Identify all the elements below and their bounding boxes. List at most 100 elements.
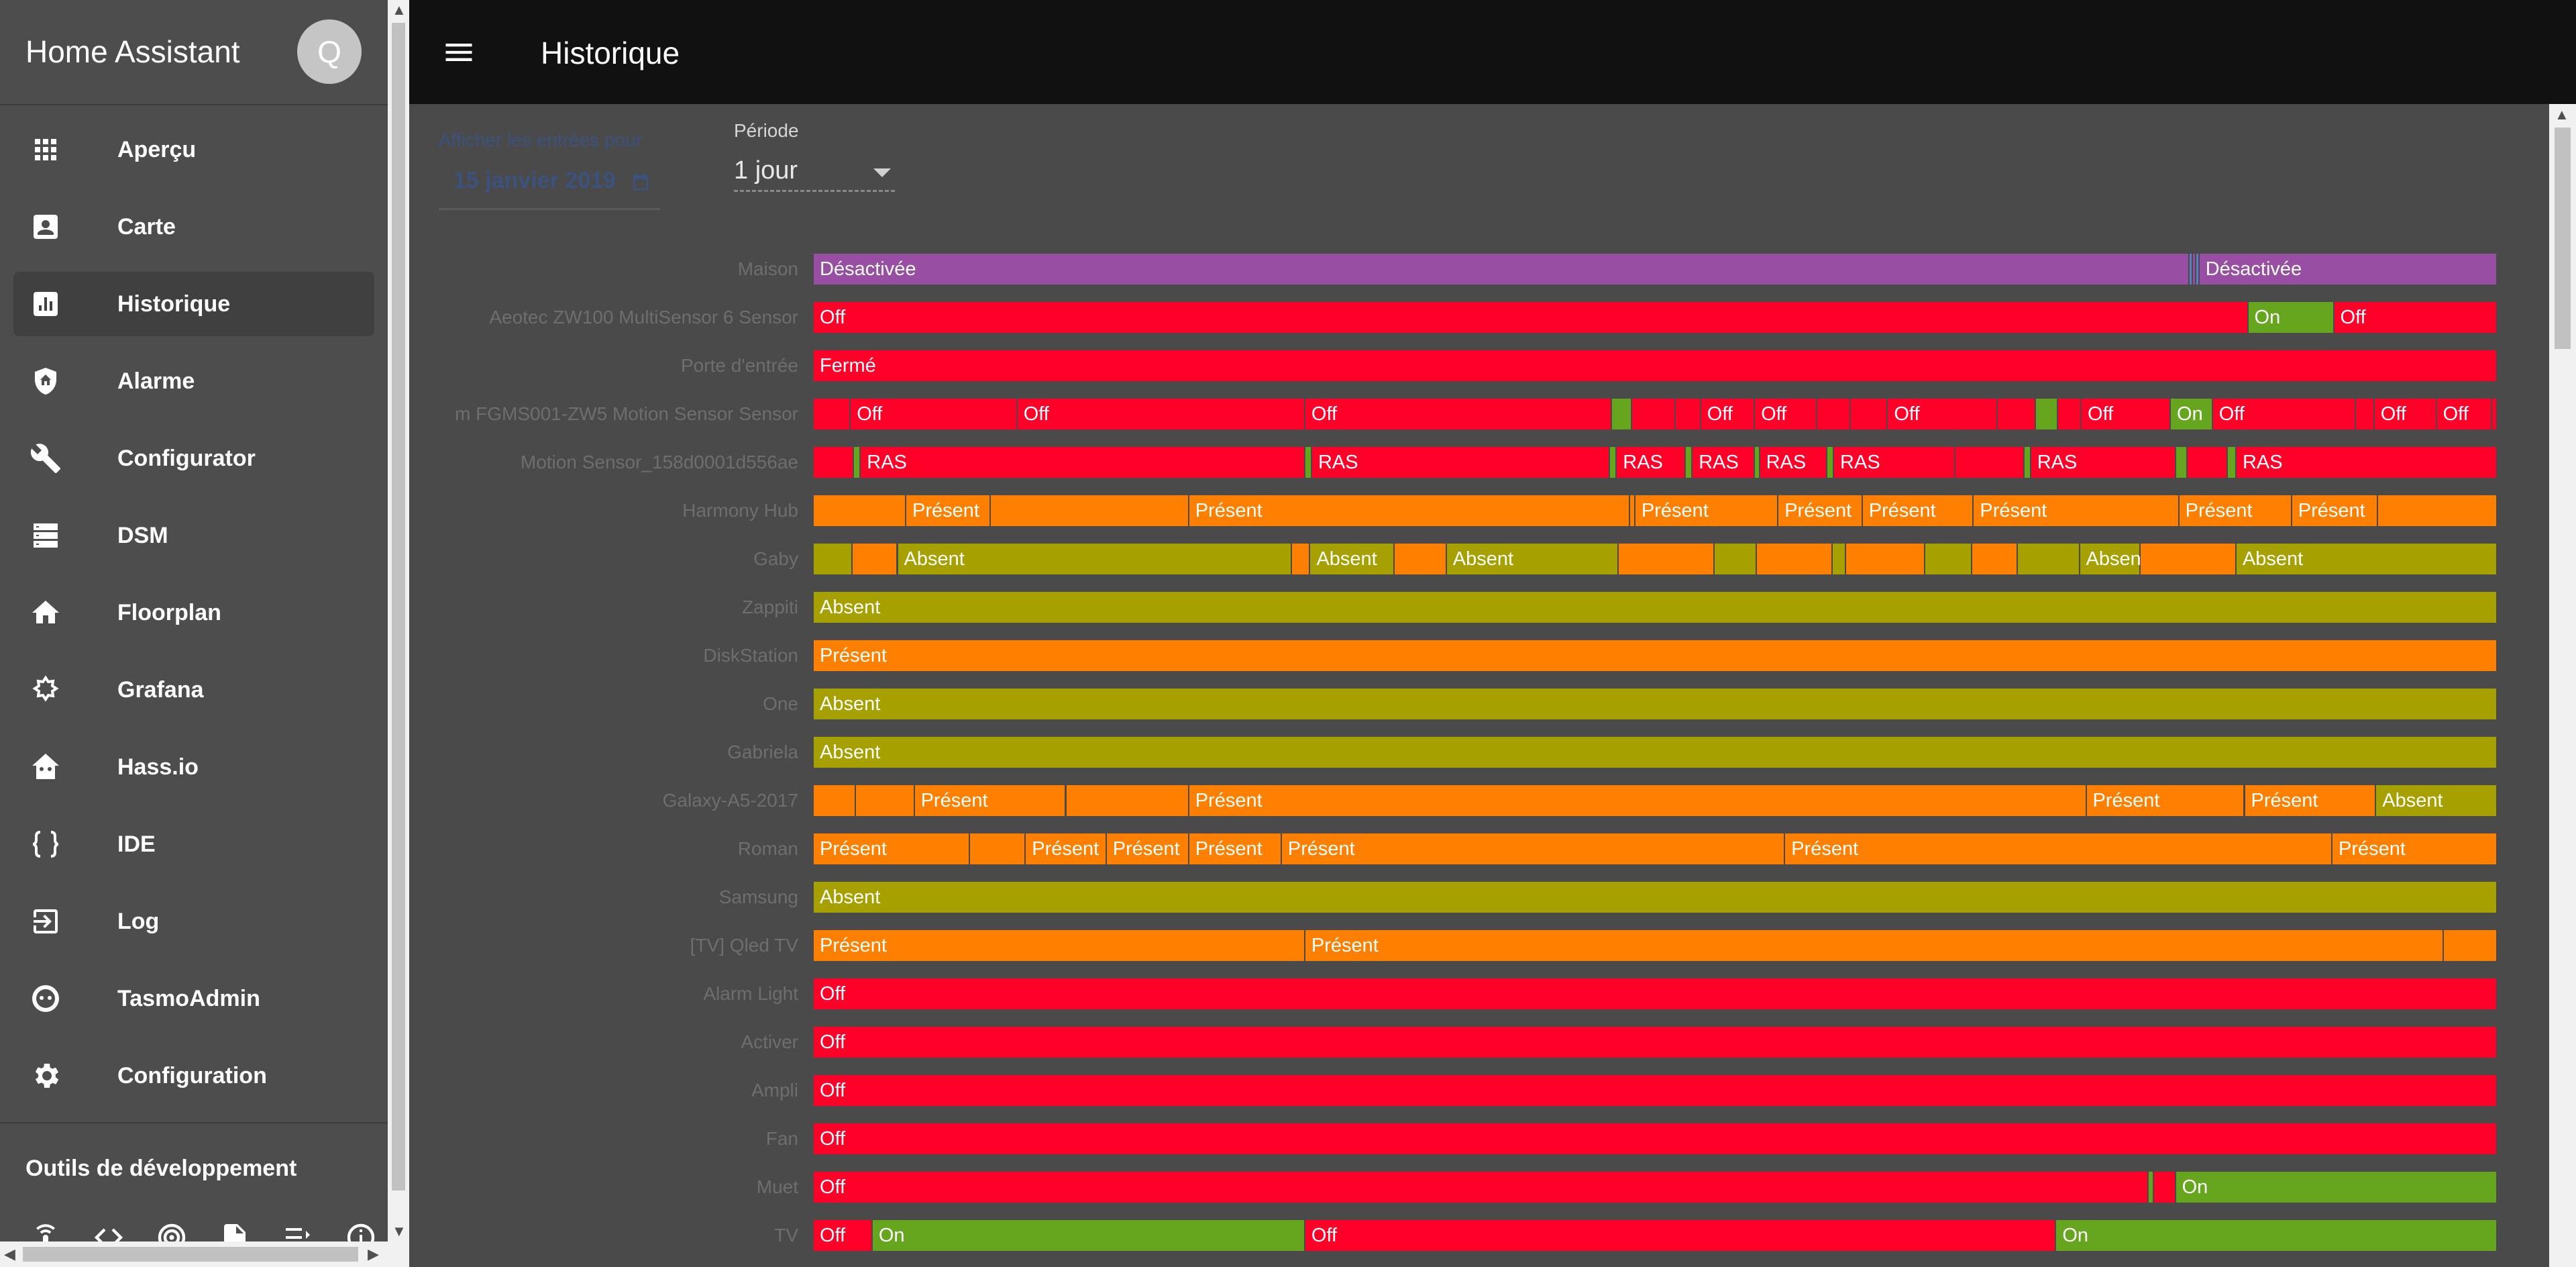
user-avatar[interactable]: Q <box>297 19 362 84</box>
timeline-segment[interactable] <box>2196 254 2198 285</box>
bar-chart-icon <box>34 292 58 316</box>
timeline-segment[interactable] <box>1394 544 1446 574</box>
timeline-segment[interactable] <box>1755 447 1759 478</box>
main-scroll-up-arrow-icon[interactable]: ▲ <box>2555 106 2569 123</box>
timeline-segment[interactable] <box>1827 447 1833 478</box>
timeline-segment[interactable] <box>990 495 1188 526</box>
timeline-segment[interactable] <box>1291 544 1309 574</box>
timeline-segment[interactable] <box>1785 833 2332 864</box>
timeline-segment[interactable] <box>2057 399 2080 429</box>
timeline-segment[interactable] <box>2176 1172 2496 1203</box>
timeline-segment[interactable] <box>814 978 2496 1009</box>
timeline-segment[interactable] <box>2492 399 2496 429</box>
timeline-segment[interactable] <box>1066 785 1188 816</box>
sidebar-item-log[interactable]: Log <box>13 889 374 954</box>
timeline-segment[interactable] <box>2153 1172 2175 1203</box>
timeline-segment[interactable] <box>1611 399 1631 429</box>
timeline-segment[interactable] <box>1305 930 2443 961</box>
timeline-segment[interactable] <box>1189 785 2086 816</box>
scroll-up-arrow-icon[interactable]: ▲ <box>392 1 407 19</box>
timeline-segment[interactable] <box>1281 833 1784 864</box>
timeline-segment[interactable] <box>1851 399 1887 429</box>
timeline-segment[interactable] <box>1925 544 1971 574</box>
timeline-segment[interactable] <box>1955 447 2023 478</box>
timeline-segment[interactable] <box>2228 447 2235 478</box>
timeline-segment[interactable] <box>1305 399 1611 429</box>
timeline-segment[interactable] <box>814 640 2496 671</box>
timeline-segment[interactable] <box>1714 544 1756 574</box>
timeline-segment[interactable] <box>814 302 2247 333</box>
timeline-segment[interactable] <box>1618 544 1713 574</box>
timeline-segment[interactable] <box>814 1027 2496 1058</box>
timeline-segment[interactable] <box>814 737 2496 768</box>
timeline-segment[interactable] <box>855 785 914 816</box>
timeline-segment[interactable] <box>861 447 1304 478</box>
menu-icon[interactable] <box>441 35 476 70</box>
timeline-segment[interactable] <box>2056 1220 2496 1251</box>
timeline-segment[interactable] <box>1997 399 2035 429</box>
timeline-segment[interactable] <box>2188 447 2227 478</box>
timeline-segment[interactable] <box>1686 447 1692 478</box>
timeline-segment[interactable] <box>814 495 906 526</box>
scroll-right-arrow-icon[interactable]: ▶ <box>368 1246 379 1263</box>
sidebar-horizontal-scrollbar-thumb[interactable] <box>23 1247 358 1262</box>
timeline-segment[interactable] <box>1972 544 2017 574</box>
timeline-segment[interactable] <box>1756 544 1831 574</box>
timeline-segment[interactable] <box>1610 447 1616 478</box>
timeline-segment[interactable] <box>814 1123 2496 1154</box>
timeline-segment[interactable] <box>814 544 851 574</box>
timeline-segment[interactable] <box>814 1172 2148 1203</box>
sidebar-item-configuration[interactable]: Configuration <box>13 1044 374 1108</box>
timeline-segment[interactable] <box>1832 544 1845 574</box>
timeline-segment[interactable] <box>2192 254 2195 285</box>
timeline-segment[interactable] <box>1305 447 1311 478</box>
timeline-segment[interactable] <box>814 1075 2496 1106</box>
timeline-segment[interactable] <box>814 399 850 429</box>
timeline-segment[interactable] <box>970 833 1025 864</box>
timeline-segment[interactable] <box>854 447 860 478</box>
sidebar-item-alarme[interactable]: Alarme <box>13 349 374 413</box>
scroll-down-arrow-icon[interactable]: ▼ <box>392 1223 407 1240</box>
sidebar-scrollbar-thumb[interactable] <box>392 23 405 1190</box>
timeline-segment[interactable] <box>2377 495 2496 526</box>
timeline-segment[interactable] <box>2017 544 2079 574</box>
timeline-segment[interactable] <box>814 592 2496 623</box>
timeline-segment[interactable] <box>2149 1172 2153 1203</box>
timeline-segment[interactable] <box>1631 399 1675 429</box>
timeline-segment[interactable] <box>814 447 853 478</box>
timeline-segment[interactable] <box>2356 399 2373 429</box>
scroll-left-arrow-icon[interactable]: ◀ <box>4 1246 15 1263</box>
timeline-segment[interactable] <box>1817 399 1850 429</box>
sidebar-item-apercu[interactable]: Aperçu <box>13 117 374 182</box>
timeline-segment[interactable] <box>2443 930 2496 961</box>
main-scrollbar-thumb[interactable] <box>2555 128 2571 349</box>
timeline-segment[interactable] <box>814 785 855 816</box>
timeline-segment[interactable] <box>1676 399 1700 429</box>
timeline-segment[interactable] <box>814 350 2496 381</box>
sidebar-item-ide[interactable]: IDE <box>13 812 374 876</box>
timeline-segment[interactable] <box>1845 544 1924 574</box>
sidebar-item-floorplan[interactable]: Floorplan <box>13 580 374 645</box>
timeline-segment[interactable] <box>814 882 2496 913</box>
sidebar-item-configurator[interactable]: Configurator <box>13 426 374 491</box>
timeline-segment[interactable] <box>1305 1220 2055 1251</box>
timeline-segment[interactable] <box>852 544 897 574</box>
sidebar-item-tasmoadmin[interactable]: TasmoAdmin <box>13 966 374 1031</box>
timeline-segment[interactable] <box>1630 495 1634 526</box>
timeline-segment[interactable] <box>814 689 2496 719</box>
sidebar-item-historique[interactable]: Historique <box>13 272 374 336</box>
sidebar-item-grafana[interactable]: Grafana <box>13 658 374 722</box>
sidebar-item-hassio[interactable]: Hass.io <box>13 735 374 799</box>
timeline-segment[interactable] <box>814 254 2188 285</box>
timeline-segment[interactable] <box>814 930 1304 961</box>
timeline-segment[interactable] <box>2036 399 2057 429</box>
timeline-segment[interactable] <box>2024 447 2030 478</box>
timeline-segment[interactable] <box>872 1220 1304 1251</box>
timeline-segment[interactable] <box>2189 254 2192 285</box>
sidebar-item-dsm[interactable]: DSM <box>13 503 374 568</box>
timeline-row-label: One <box>763 693 798 714</box>
timeline-segment[interactable] <box>2140 544 2235 574</box>
sidebar-item-carte[interactable]: Carte <box>13 195 374 259</box>
timeline-segment[interactable] <box>1017 399 1304 429</box>
timeline-segment[interactable] <box>2176 447 2187 478</box>
